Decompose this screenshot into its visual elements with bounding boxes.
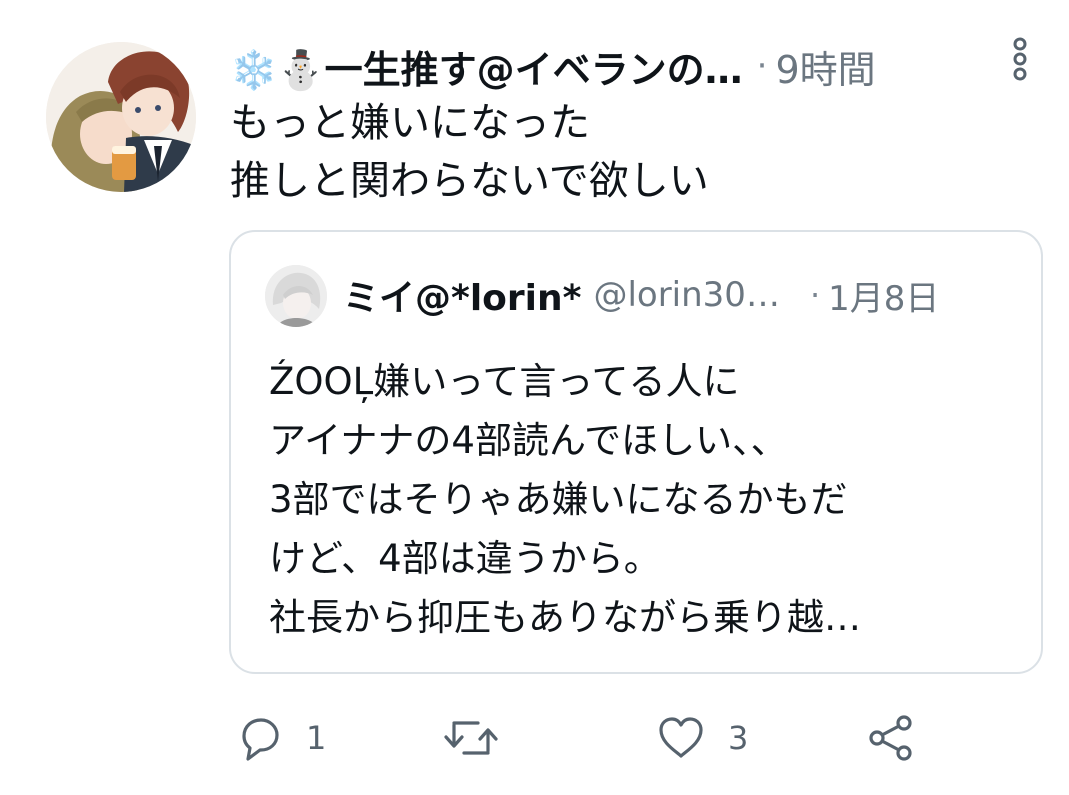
more-vertical-icon[interactable] [1003,36,1037,82]
share-icon [866,713,916,763]
share-button[interactable] [866,710,916,766]
tweet-text: もっと嫌いになった 推しと関わらないで欲しい [230,100,709,204]
reply-count: 1 [306,719,327,757]
quoted-tweet-header: ミイ@*lorin* @lorin30… · 1月8日 [343,268,1023,322]
quoted-tweet-text: ŹOOĻ嫌いって言ってる人に アイナナの4部読んでほしい、、 3部ではそりゃあ嫌… [269,360,861,639]
reply-icon [234,713,284,763]
author-avatar[interactable] [46,42,196,192]
tweet-timestamp[interactable]: 9時間 [775,39,875,94]
retweet-button[interactable] [444,710,498,766]
author-display-name[interactable]: ❄️⛄一生推す@イベランの… [230,39,743,94]
action-bar: 1 3 [0,700,1069,780]
like-button[interactable]: 3 [656,710,748,766]
quoted-tweet-timestamp: 1月8日 [828,278,940,319]
tweet[interactable]: ❄️⛄一生推す@イベランの… · 9時間 もっと嫌いになった 推しと関わらないで… [0,0,1069,795]
quoted-author-avatar[interactable] [265,265,327,327]
quoted-author-name: ミイ@*lorin* [343,278,582,319]
header-separator: · [756,46,768,86]
quoted-tweet[interactable]: ミイ@*lorin* @lorin30… · 1月8日 ŹOOĻ嫌いって言ってる… [229,230,1043,674]
like-count: 3 [728,719,749,757]
quoted-author-handle: @lorin30… [593,275,780,315]
quoted-header-separator: · [809,276,821,314]
tweet-header: ❄️⛄一生推す@イベランの… · 9時間 [230,36,1000,96]
reply-button[interactable]: 1 [234,710,326,766]
retweet-icon [444,713,498,763]
heart-icon [656,713,706,763]
